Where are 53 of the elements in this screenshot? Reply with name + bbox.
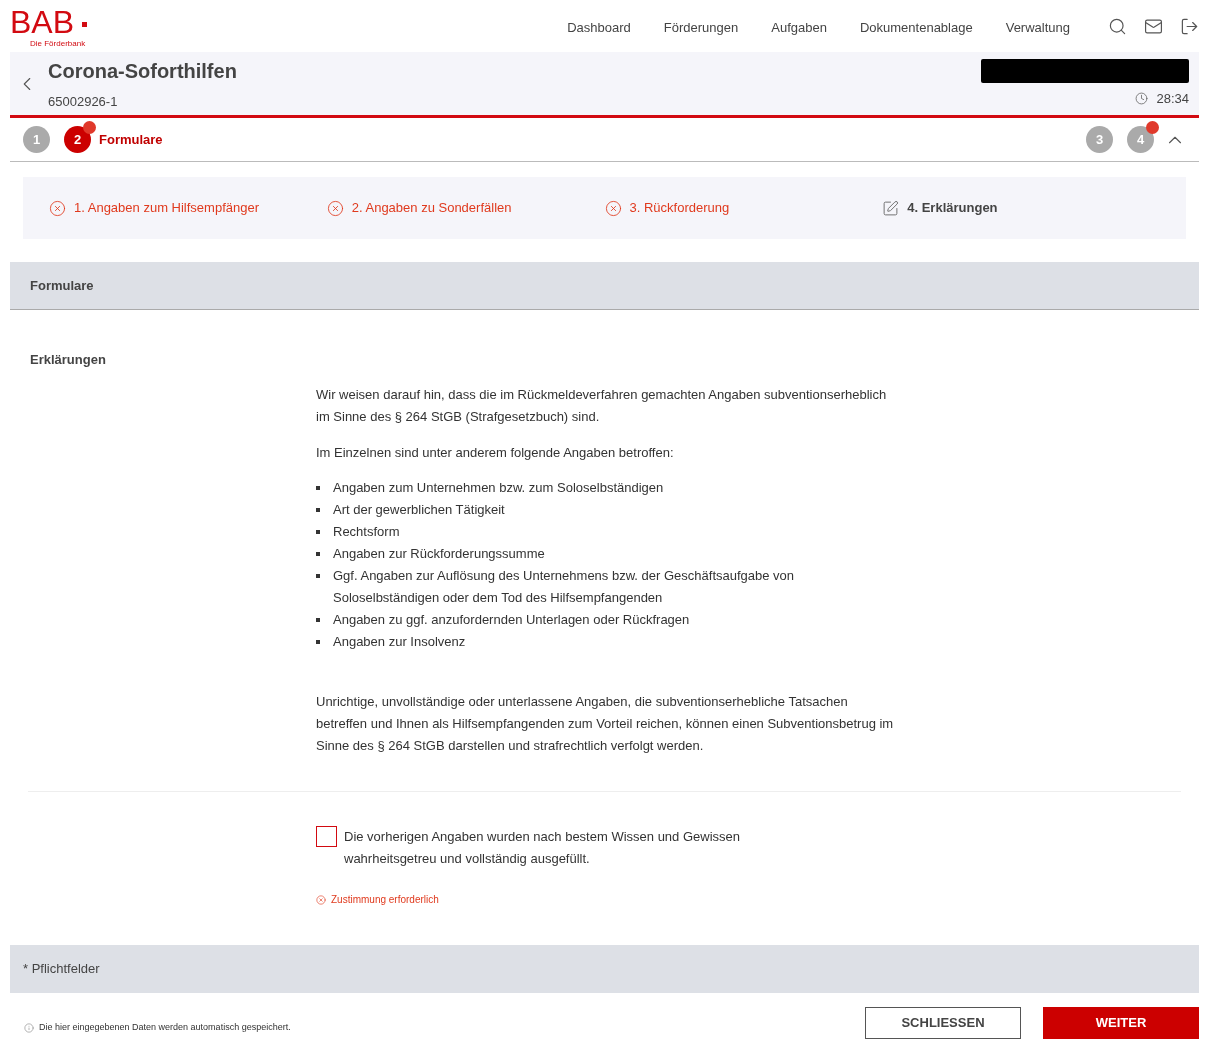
list-item: Angaben zum Unternehmen bzw. zum Soloselbständigen — [333, 479, 664, 497]
close-button[interactable]: SCHLIESSEN — [865, 1007, 1021, 1039]
logout-icon[interactable] — [1180, 17, 1199, 36]
bullet-icon — [316, 530, 320, 534]
search-icon[interactable] — [1108, 17, 1127, 36]
list-item: Angaben zur Insolvenz — [333, 633, 466, 651]
bullet-icon — [316, 640, 320, 644]
nav-link[interactable]: Verwaltung — [1005, 18, 1070, 38]
autosave-note: Die hier eingegebenen Daten werden automatisch gespeichert. — [39, 1021, 291, 1035]
clock-icon — [1135, 92, 1149, 105]
step-number[interactable]: 2 — [64, 126, 91, 153]
list-item: Rechtsform — [333, 523, 400, 541]
step-label[interactable]: Formulare — [99, 129, 163, 150]
list-intro: Im Einzelnen sind unter anderem folgende Angaben betroffen: — [316, 444, 675, 462]
list-item: Art der gewerblichen Tätigkeit — [333, 501, 505, 519]
bullet-icon — [316, 552, 320, 556]
logo-tagline: Die Förderbank — [30, 38, 87, 50]
list-item: Angaben zur Rückforderungssumme — [333, 545, 545, 563]
nav-link[interactable]: Förderungen — [663, 18, 739, 38]
error-icon — [316, 894, 326, 905]
consent-label: Die vorherigen Angaben wurden nach bestem Wissen und Gewissen wahrheitsgetreu und vollständig ausgefüllt. — [344, 828, 741, 868]
section-link[interactable]: 1. Angaben zum Hilfsempfänger — [49, 198, 327, 218]
case-number: 65002926-1 — [48, 92, 119, 111]
error-icon — [49, 199, 66, 217]
nav-link[interactable]: Dashboard — [567, 18, 631, 38]
logo-text[interactable]: BAB — [10, 6, 75, 38]
edit-icon — [882, 199, 900, 217]
consent-error: Zustimmung erforderlich — [331, 893, 439, 907]
info-icon — [24, 1023, 34, 1033]
error-icon — [326, 199, 344, 217]
bullet-icon — [316, 486, 320, 490]
case-title: Corona-Soforthilfen — [48, 58, 237, 84]
nav-link[interactable]: Aufgaben — [771, 18, 827, 38]
error-icon — [604, 199, 622, 217]
mail-icon[interactable] — [1144, 17, 1163, 36]
list-item: Angaben zu ggf. anzufordernden Unterlagen oder Rückfragen — [333, 611, 690, 629]
list-item: Ggf. Angaben zur Auflösung des Unternehmens bzw. der Geschäftsaufgabe von Soloselbständigen oder dem Tod des Hilfsempfangenden — [333, 567, 796, 607]
session-timer: 28:34 — [1156, 89, 1189, 108]
required-note: * Pflichtfelder — [23, 960, 100, 979]
bullet-icon — [316, 574, 320, 578]
panel-title: Formulare — [30, 276, 94, 295]
bullet-icon — [316, 618, 320, 622]
form-heading: Erklärungen — [30, 352, 106, 367]
nav-link[interactable]: Dokumentenablage — [859, 18, 973, 38]
next-button[interactable]: WEITER — [1043, 1007, 1199, 1039]
section-link[interactable]: 2. Angaben zu Sonderfällen — [326, 198, 605, 218]
consent-checkbox[interactable] — [316, 826, 337, 847]
section-link[interactable]: 4. Erklärungen — [882, 198, 1160, 218]
logo-square-icon — [82, 22, 88, 27]
intro-paragraph: Wir weisen darauf hin, dass die im Rückmeldeverfahren gemachten Angaben subventionserheblich im Sinne des § 264 StGB (Strafgesetzbuch) sind. — [316, 386, 888, 426]
bullet-icon — [316, 508, 320, 512]
warning-paragraph: Unrichtige, unvollständige oder unterlassene Angaben, die subventionserhebliche Tatsachen betreffen und Ihnen als Hilfsempfangenden zum Vorteil reichen, können einen Subventionsbetrug im Sinne des § 264 StGB darstellen und strafrechtlich verfolgt werden. — [316, 693, 895, 755]
section-link[interactable]: 3. Rückforderung — [604, 198, 883, 218]
